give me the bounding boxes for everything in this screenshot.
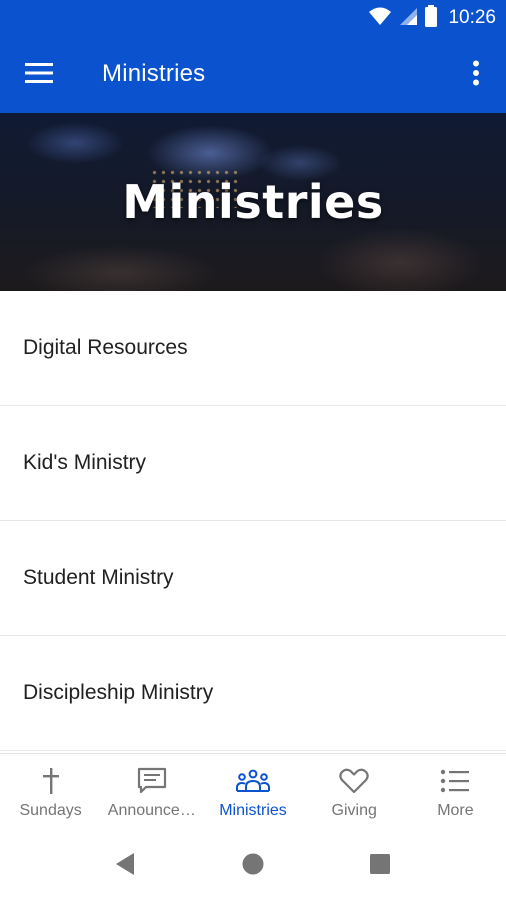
status-bar: 10:26: [0, 0, 506, 36]
overflow-menu-button[interactable]: [456, 50, 496, 100]
list-item-label: Student Ministry: [23, 566, 174, 589]
app-bar: Ministries: [0, 36, 506, 113]
status-icons: 10:26: [368, 0, 496, 36]
page-title: Ministries: [102, 60, 206, 87]
wifi-icon: [368, 6, 392, 31]
hero-banner: Ministries: [0, 113, 506, 291]
list-item-label: Kid's Ministry: [23, 451, 147, 474]
ministries-list: Digital Resources Kid's Ministry Student…: [0, 291, 506, 751]
nav-item-sundays[interactable]: Sundays: [0, 754, 101, 832]
list-item-student-ministry[interactable]: Student Ministry: [0, 521, 506, 636]
people-icon: [236, 766, 270, 796]
recents-button[interactable]: [365, 851, 395, 881]
battery-icon: [424, 4, 438, 32]
back-button[interactable]: [110, 851, 140, 881]
list-item-digital-resources[interactable]: Digital Resources: [0, 291, 506, 406]
cross-icon: [34, 766, 68, 796]
nav-item-giving[interactable]: Giving: [304, 754, 405, 832]
nav-item-announcements[interactable]: Announce…: [101, 754, 202, 832]
menu-button[interactable]: [14, 50, 64, 100]
list-item-discipleship-ministry[interactable]: Discipleship Ministry: [0, 636, 506, 751]
recents-icon: [369, 853, 391, 880]
app-screen: 10:26 Ministries Ministries Digital Reso…: [0, 0, 506, 900]
signal-icon: [398, 6, 418, 31]
list-icon: [438, 766, 472, 796]
list-item-kids-ministry[interactable]: Kid's Ministry: [0, 406, 506, 521]
nav-label: Ministries: [219, 802, 287, 819]
home-button[interactable]: [238, 851, 268, 881]
heart-icon: [337, 766, 371, 796]
bottom-navigation: Sundays Announce… Ministries Giving More: [0, 753, 506, 832]
list-item-label: Discipleship Ministry: [23, 681, 214, 704]
system-navigation-bar: [0, 831, 506, 900]
back-icon: [114, 852, 136, 881]
list-item-label: Digital Resources: [23, 336, 188, 359]
status-time: 10:26: [448, 7, 496, 28]
hamburger-menu-icon: [25, 62, 53, 89]
nav-label: Sundays: [19, 802, 82, 819]
nav-label: Announce…: [107, 802, 196, 819]
nav-label: More: [437, 802, 474, 819]
nav-item-ministries[interactable]: Ministries: [202, 754, 303, 832]
home-icon: [241, 852, 265, 881]
hero-title: Ministries: [122, 175, 384, 229]
nav-label: Giving: [331, 802, 377, 819]
chat-icon: [135, 766, 169, 796]
nav-item-more[interactable]: More: [405, 754, 506, 832]
more-vert-icon: [472, 60, 480, 91]
